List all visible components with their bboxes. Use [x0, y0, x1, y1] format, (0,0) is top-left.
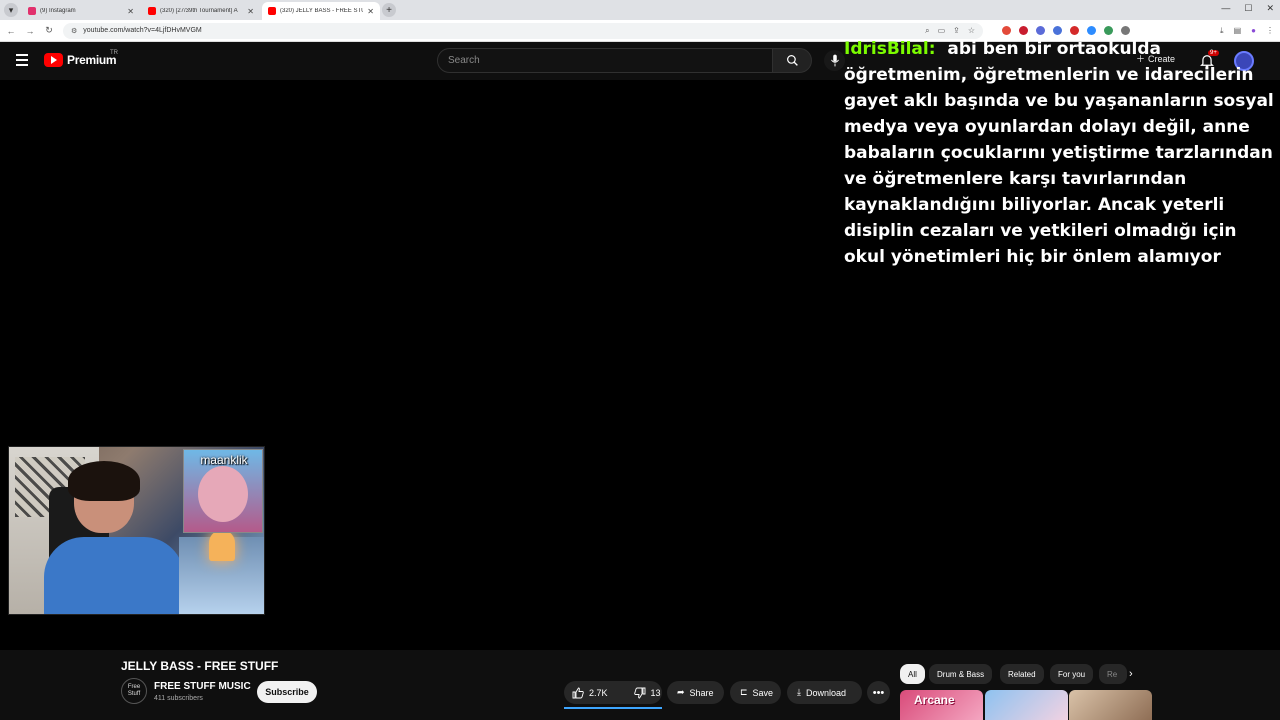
extension-icon[interactable]: [1104, 26, 1113, 35]
window-controls: — ☐ ✕: [1221, 3, 1274, 14]
download-button[interactable]: ⤓ Download: [787, 681, 862, 704]
search-input[interactable]: [438, 49, 772, 72]
bookmark-icon: ⊏: [740, 687, 748, 697]
save-button[interactable]: ⊏ Save: [730, 681, 781, 704]
save-label: Save: [752, 687, 774, 698]
extension-icon[interactable]: [1087, 26, 1096, 35]
extension-icon[interactable]: [1002, 26, 1011, 35]
chat-message-text: abi ben bir ortaokulda öğretmenim, öğret…: [844, 39, 1274, 267]
browser-menu-icon[interactable]: ⋮: [1266, 26, 1274, 36]
youtube-play-icon: [44, 53, 63, 67]
browser-tab-tournament[interactable]: (320) [27/39th Tournament] A ✕: [142, 2, 260, 20]
tab-title: (320) JELLY BASS - FREE STUFF: [280, 8, 363, 14]
tab-title: (9) Instagram: [40, 8, 76, 14]
bookmark-star-icon[interactable]: ☆: [968, 26, 975, 36]
youtube-favicon-icon: [148, 7, 156, 15]
channel-name[interactable]: FREE STUFF MUSIC: [154, 681, 251, 692]
streamer: [44, 461, 184, 614]
maximize-icon[interactable]: ☐: [1244, 3, 1252, 14]
back-arrow-icon[interactable]: ←: [6, 26, 16, 36]
extension-icon[interactable]: [1070, 26, 1079, 35]
zoom-icon[interactable]: ⌕: [925, 26, 929, 36]
browser-tab-bar: ▾ (9) Instagram ✕ (320) [27/39th Tournam…: [0, 0, 1280, 20]
chat-username: IdrisBilal:: [844, 39, 936, 59]
youtube-premium-logo[interactable]: Premium TR: [44, 50, 118, 67]
chip-recently-uploaded[interactable]: Re: [1099, 664, 1127, 684]
chip-all[interactable]: All: [900, 664, 925, 684]
tab-title: (320) [27/39th Tournament] A: [160, 8, 238, 14]
download-label: Download: [805, 687, 847, 698]
extensions-bar: [1002, 26, 1130, 35]
subscribe-button[interactable]: Subscribe: [257, 681, 317, 703]
search-icon: [786, 55, 798, 66]
chip-related[interactable]: Related: [1000, 664, 1044, 684]
like-count: 2.7K: [589, 687, 608, 698]
dislike-button[interactable]: 13: [626, 681, 669, 704]
share-button[interactable]: ➦ Share: [667, 681, 724, 704]
salt-lamp: [209, 531, 235, 561]
thumbs-up-icon: [572, 687, 584, 698]
streamer-shirt: [44, 537, 184, 614]
guest-face: [198, 466, 248, 522]
puzzle-extensions-icon[interactable]: [1121, 26, 1130, 35]
voice-search-button[interactable]: [824, 50, 845, 71]
thumbs-down-icon: [633, 687, 645, 698]
guest-camera-inset: maanklik: [183, 449, 263, 533]
thumbnail-text: Arcane: [914, 693, 955, 707]
extension-icon[interactable]: [1019, 26, 1028, 35]
youtube-favicon-icon: [268, 7, 276, 15]
more-actions-button[interactable]: •••: [867, 681, 890, 704]
minimize-icon[interactable]: —: [1221, 3, 1230, 14]
hamburger-menu-icon[interactable]: [16, 54, 28, 66]
logo-text: Premium: [67, 53, 117, 67]
profile-avatar-icon[interactable]: ●: [1251, 26, 1256, 36]
browser-tab-jelly-bass[interactable]: (320) JELLY BASS - FREE STUFF ✕: [262, 2, 380, 20]
close-tab-icon[interactable]: ✕: [127, 7, 134, 16]
new-tab-plus-icon[interactable]: +: [382, 3, 396, 17]
close-window-icon[interactable]: ✕: [1266, 3, 1274, 14]
guest-name: maanklik: [200, 453, 248, 467]
more-horizontal-icon: •••: [872, 686, 885, 699]
streamer-hair: [68, 461, 140, 501]
browser-tab-instagram[interactable]: (9) Instagram ✕: [22, 2, 140, 20]
chevron-right-icon[interactable]: ›: [1129, 668, 1133, 680]
subscriber-count: 411 subscribers: [154, 695, 203, 702]
share-arrow-icon: ➦: [677, 687, 685, 697]
share-page-icon[interactable]: ⇪: [953, 26, 960, 36]
like-button[interactable]: 2.7K: [564, 681, 616, 704]
chip-drum-and-bass[interactable]: Drum & Bass: [929, 664, 993, 684]
recommended-thumbnail[interactable]: [985, 690, 1068, 720]
url-text: youtube.com/watch?v=4LjfDHvMVGM: [83, 27, 202, 34]
recommended-thumbnail[interactable]: [1069, 690, 1152, 720]
extension-icon[interactable]: [1036, 26, 1045, 35]
extension-icon[interactable]: [1053, 26, 1062, 35]
share-label: Share: [689, 687, 714, 698]
video-info-bar: JELLY BASS - FREE STUFF Free Stuff FREE …: [0, 650, 1280, 720]
instagram-favicon-icon: [28, 7, 36, 15]
region-code: TR: [110, 50, 118, 56]
tab-search-icon[interactable]: ▾: [4, 3, 18, 17]
search-button[interactable]: [772, 48, 812, 73]
close-tab-icon[interactable]: ✕: [247, 7, 254, 16]
reload-icon[interactable]: ↻: [44, 25, 54, 36]
close-tab-icon[interactable]: ✕: [367, 7, 374, 16]
chat-overlay-message: IdrisBilal: abi ben bir ortaokulda öğret…: [844, 36, 1274, 270]
chip-for-you[interactable]: For you: [1050, 664, 1094, 684]
dislike-count: 13: [650, 687, 661, 698]
sidebar-icon[interactable]: ▤: [1234, 26, 1242, 36]
webcam-overlay: maanklik: [8, 446, 265, 615]
site-info-icon[interactable]: ⚙: [71, 27, 77, 35]
microphone-icon: [830, 54, 839, 67]
recommended-thumbnail[interactable]: Arcane: [900, 690, 983, 720]
download-icon: ⤓: [797, 687, 801, 697]
video-title: JELLY BASS - FREE STUFF: [121, 659, 279, 673]
search-box: [437, 48, 773, 73]
like-ratio-bar: [564, 707, 662, 709]
like-dislike-group: 2.7K 13: [564, 681, 662, 704]
cast-icon[interactable]: ▭: [938, 26, 946, 36]
download-tray-icon[interactable]: ⤓: [1220, 26, 1224, 36]
channel-avatar[interactable]: Free Stuff: [121, 678, 147, 704]
forward-arrow-icon[interactable]: →: [25, 26, 35, 36]
